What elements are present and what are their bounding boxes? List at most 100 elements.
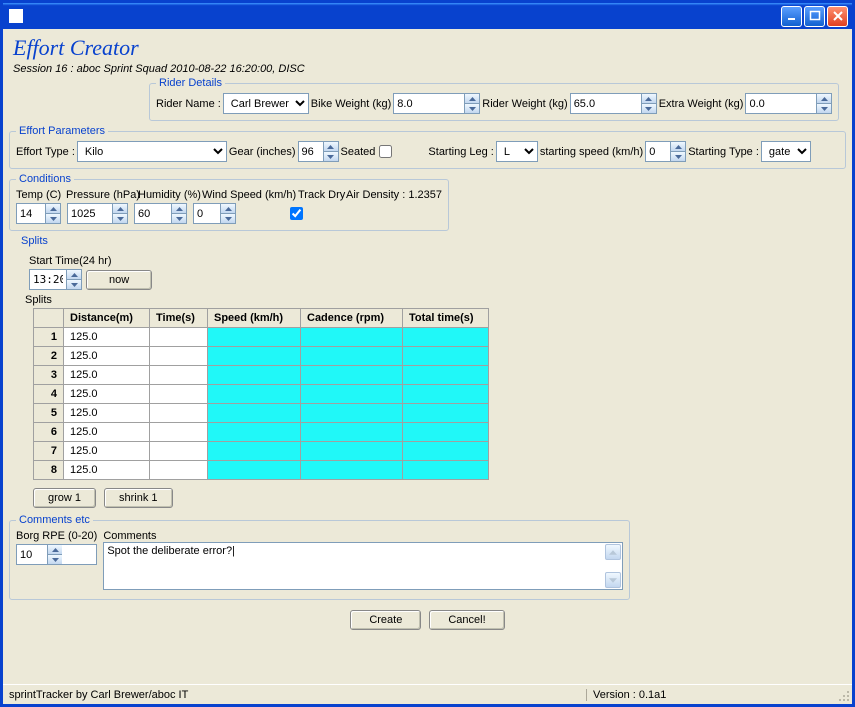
cell-distance[interactable]: 125.0 [64,366,150,385]
app-icon [9,9,23,23]
cell-time[interactable] [150,404,208,423]
create-button[interactable]: Create [350,610,421,630]
now-button[interactable]: now [86,270,152,290]
col-cadence: Cadence (rpm) [301,309,403,328]
wind-spinner[interactable] [193,203,236,224]
spin-up-icon[interactable] [464,94,479,104]
resize-grip-icon[interactable] [836,688,850,702]
cell-distance[interactable]: 125.0 [64,385,150,404]
statusbar: sprintTracker by Carl Brewer/aboc IT Ver… [3,684,852,704]
pressure-spinner[interactable] [67,203,128,224]
temp-input[interactable] [17,204,45,223]
starting-speed-spinner[interactable] [645,141,686,162]
spin-up-icon[interactable] [171,204,186,214]
spin-down-icon[interactable] [220,214,235,223]
rider-weight-spinner[interactable] [570,93,657,114]
cell-time[interactable] [150,461,208,480]
row-number: 4 [34,385,64,404]
starting-leg-select[interactable]: L [496,141,538,162]
col-distance: Distance(m) [64,309,150,328]
grow-button[interactable]: grow 1 [33,488,96,508]
cell-time[interactable] [150,366,208,385]
scroll-up-icon[interactable] [605,544,621,560]
cell-time[interactable] [150,385,208,404]
effort-parameters-group: Effort Parameters Effort Type : Kilo Gea… [9,125,846,169]
cell-distance[interactable]: 125.0 [64,442,150,461]
cell-time[interactable] [150,423,208,442]
cell-distance[interactable]: 125.0 [64,347,150,366]
cancel-button[interactable]: Cancel! [429,610,504,630]
cell-distance[interactable]: 125.0 [64,423,150,442]
spin-up-icon[interactable] [45,204,60,214]
wind-label: Wind Speed (km/h) [202,189,298,201]
spin-up-icon[interactable] [47,545,62,555]
titlebar [3,3,852,29]
spin-down-icon[interactable] [66,280,81,289]
cell-time[interactable] [150,347,208,366]
spin-up-icon[interactable] [323,142,338,152]
start-time-input[interactable] [30,270,66,289]
spin-down-icon[interactable] [45,214,60,223]
wind-input[interactable] [194,204,220,223]
comments-textarea[interactable] [103,542,623,590]
humidity-input[interactable] [135,204,171,223]
track-dry-checkbox[interactable] [290,207,303,220]
minimize-button[interactable] [781,6,802,27]
close-button[interactable] [827,6,848,27]
pressure-input[interactable] [68,204,112,223]
table-row: 1125.0 [34,328,489,347]
starting-type-select[interactable]: gate [761,141,811,162]
spin-up-icon[interactable] [112,204,127,214]
scroll-down-icon[interactable] [605,572,621,588]
spin-down-icon[interactable] [464,104,479,113]
spin-down-icon[interactable] [641,104,656,113]
humidity-spinner[interactable] [134,203,187,224]
row-number: 2 [34,347,64,366]
client-area: Effort Creator Session 16 : aboc Sprint … [3,29,852,704]
maximize-button[interactable] [804,6,825,27]
cell-time[interactable] [150,442,208,461]
spin-up-icon[interactable] [220,204,235,214]
starting-speed-input[interactable] [646,142,670,161]
spin-up-icon[interactable] [816,94,831,104]
bike-weight-spinner[interactable] [393,93,480,114]
gear-label: Gear (inches) [229,146,296,158]
cell-total [403,347,489,366]
gear-spinner[interactable] [298,141,339,162]
cell-cadence [301,442,403,461]
spin-up-icon[interactable] [641,94,656,104]
bike-weight-input[interactable] [394,94,464,113]
cell-distance[interactable]: 125.0 [64,404,150,423]
shrink-button[interactable]: shrink 1 [104,488,173,508]
spin-down-icon[interactable] [47,555,62,564]
spin-down-icon[interactable] [670,152,685,161]
cell-distance[interactable]: 125.0 [64,328,150,347]
rider-weight-label: Rider Weight (kg) [482,98,567,110]
spin-up-icon[interactable] [66,270,81,280]
spin-down-icon[interactable] [112,214,127,223]
cell-distance[interactable]: 125.0 [64,461,150,480]
spin-down-icon[interactable] [171,214,186,223]
spin-down-icon[interactable] [323,152,338,161]
col-total: Total time(s) [403,309,489,328]
effort-type-select[interactable]: Kilo [77,141,227,162]
spin-up-icon[interactable] [670,142,685,152]
cell-time[interactable] [150,328,208,347]
status-version: Version : 0.1a1 [586,689,846,701]
cell-speed [208,404,301,423]
temp-spinner[interactable] [16,203,61,224]
start-time-spinner[interactable] [29,269,82,290]
spin-down-icon[interactable] [816,104,831,113]
rider-details-group: Rider Details Rider Name : Carl Brewer B… [149,77,839,121]
conditions-group: Conditions Temp (C) Pressure (hPa) Humid… [9,173,449,231]
seated-checkbox[interactable] [379,145,392,158]
rider-name-select[interactable]: Carl Brewer [223,93,309,114]
table-row: 7125.0 [34,442,489,461]
gear-input[interactable] [299,142,323,161]
cell-speed [208,442,301,461]
extra-weight-spinner[interactable] [745,93,832,114]
borg-input[interactable] [17,545,47,564]
extra-weight-input[interactable] [746,94,816,113]
borg-spinner[interactable] [16,544,97,565]
rider-weight-input[interactable] [571,94,641,113]
